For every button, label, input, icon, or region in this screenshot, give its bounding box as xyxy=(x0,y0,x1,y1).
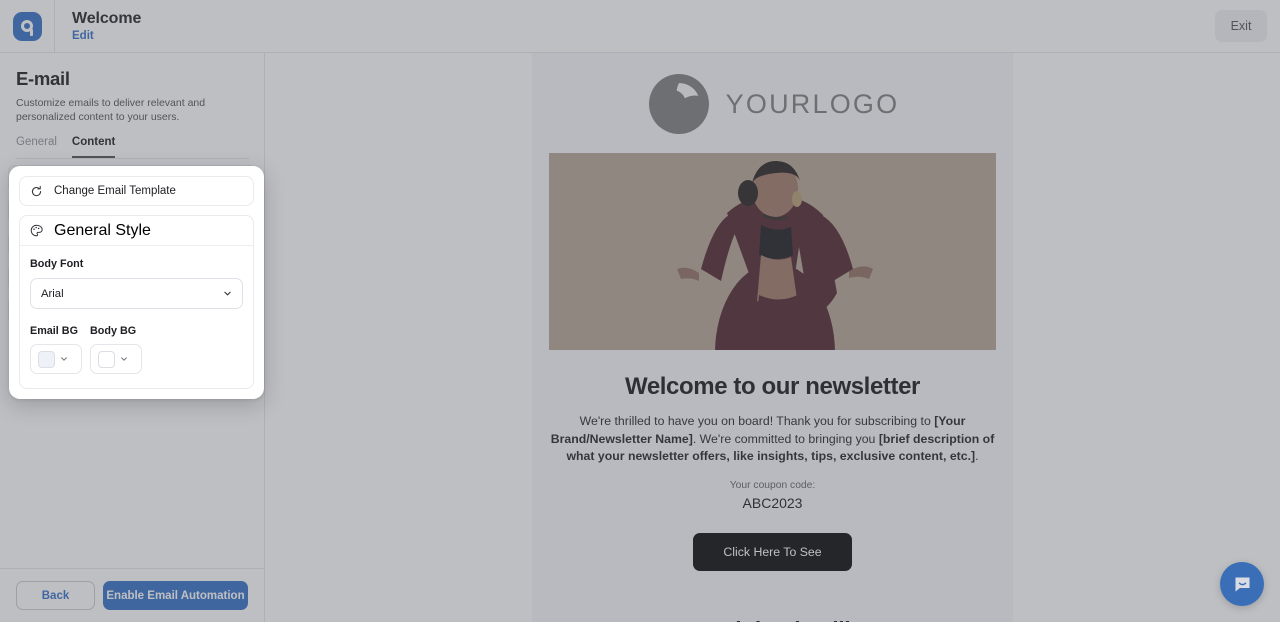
general-style-label: General Style xyxy=(54,221,151,239)
chevron-down-icon xyxy=(120,350,128,368)
general-style-header[interactable]: General Style xyxy=(20,216,253,246)
change-email-template-label: Change Email Template xyxy=(54,185,176,197)
swatch-label: Body BG xyxy=(90,325,137,337)
swatch-picker[interactable] xyxy=(30,344,82,374)
general-style-card: General Style Body Font Arial Email BG Bo… xyxy=(19,215,254,389)
chevron-down-icon xyxy=(60,350,68,368)
general-style-body: Body Font Arial Email BG Body BG xyxy=(20,246,253,388)
body-font-label: Body Font xyxy=(30,258,84,270)
refresh-icon xyxy=(31,185,42,196)
body-font-select[interactable]: Arial xyxy=(30,278,243,309)
chat-bubble-icon xyxy=(1235,577,1249,591)
color-swatch xyxy=(38,350,55,368)
palette-icon xyxy=(30,224,43,237)
color-swatch xyxy=(98,350,115,368)
body-font-value: Arial xyxy=(41,287,64,300)
app-root: Welcome Edit Exit E-mail Customize email… xyxy=(0,0,1280,622)
swatch-picker[interactable] xyxy=(90,344,142,374)
chevron-down-icon xyxy=(224,291,231,296)
swatch-label: Email BG xyxy=(30,325,79,337)
style-popover: Change Email Template General Style Body… xyxy=(9,166,264,399)
change-email-template-row[interactable]: Change Email Template xyxy=(19,176,254,206)
swatch-column: Body BG xyxy=(90,325,142,374)
swatch-column: Email BG xyxy=(30,325,82,374)
chat-widget-button[interactable] xyxy=(1220,562,1264,606)
background-swatches: Email BG Body BG xyxy=(30,325,243,374)
